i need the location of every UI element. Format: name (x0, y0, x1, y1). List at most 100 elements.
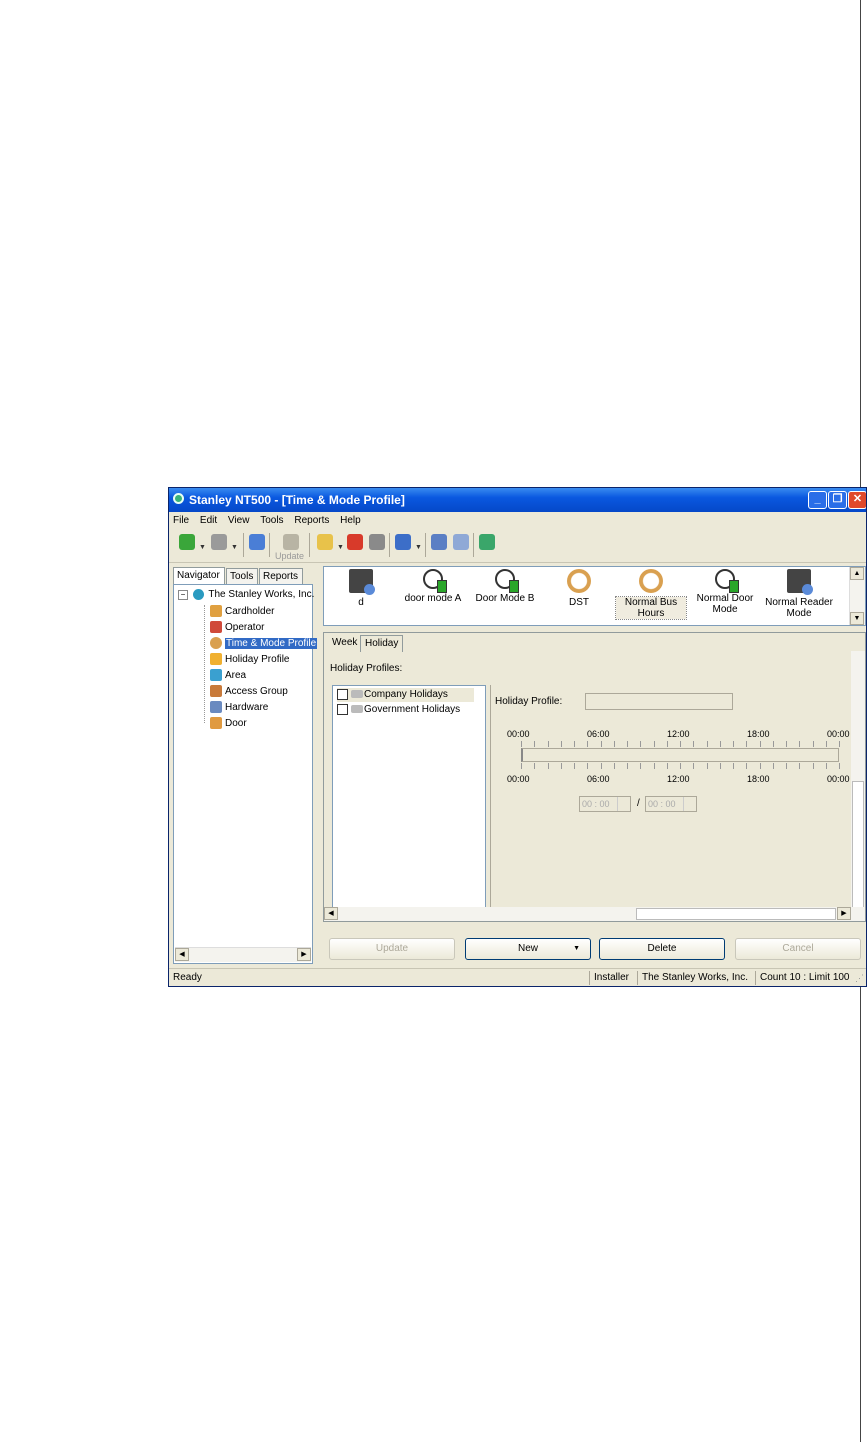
resize-grip-icon[interactable]: ⋰ (855, 973, 864, 984)
delete-button[interactable]: Delete (599, 938, 725, 960)
back-icon[interactable] (179, 534, 195, 550)
menu-bar: File Edit View Tools Reports Help (169, 512, 866, 529)
sidebar-item-operator[interactable]: Operator (210, 621, 264, 635)
detail-horizontal-scrollbar[interactable]: ◀ ▶ (324, 907, 865, 921)
title-bar[interactable]: Stanley NT500 - [Time & Mode Profile] _ … (169, 488, 866, 512)
profile-item-selected[interactable]: Normal Bus Hours (615, 569, 687, 620)
profile-item[interactable]: DST (544, 569, 614, 608)
back-dropdown-icon[interactable]: ▼ (199, 544, 206, 551)
tick-mark (653, 763, 655, 769)
navigator-horizontal-scrollbar[interactable]: ◀ ▶ (175, 947, 311, 962)
edit-icon[interactable] (431, 534, 447, 550)
scroll-up-icon[interactable]: ▲ (850, 567, 864, 580)
stepper-arrows-icon[interactable] (617, 797, 630, 811)
layout-icon[interactable] (395, 534, 411, 550)
tick-mark (680, 741, 681, 747)
app-window: Stanley NT500 - [Time & Mode Profile] _ … (168, 487, 867, 987)
scroll-down-icon[interactable]: ▼ (850, 612, 864, 625)
scroll-thumb[interactable] (852, 781, 864, 911)
menu-tools[interactable]: Tools (256, 512, 287, 526)
tick-mark (587, 741, 589, 747)
sidebar-item-cardholder[interactable]: Cardholder (210, 605, 274, 619)
checkbox[interactable] (337, 688, 348, 700)
scroll-left-icon[interactable]: ◀ (175, 948, 189, 961)
list-item[interactable]: Government Holidays (337, 703, 460, 717)
forward-dropdown-icon[interactable]: ▼ (231, 544, 238, 551)
tab-holiday[interactable]: Holiday (360, 635, 404, 652)
tick-mark (839, 763, 840, 769)
profile-strip-scrollbar[interactable]: ▲ ▼ (849, 567, 865, 625)
sidebar-item-access-group[interactable]: Access Group (210, 685, 288, 699)
view-panel-icon[interactable] (249, 534, 265, 550)
tick-mark (613, 741, 615, 747)
tick-mark (653, 741, 655, 747)
new-dropdown-icon[interactable]: ▼ (337, 544, 344, 551)
scroll-right-icon[interactable]: ▶ (297, 948, 311, 961)
tree-root[interactable]: − The Stanley Works, Inc. (178, 589, 314, 600)
holiday-profile-editor: Holiday Profile: 00:00 06:00 12:00 18:00… (490, 685, 853, 917)
status-bar: Ready Installer The Stanley Works, Inc. … (169, 968, 866, 986)
menu-edit[interactable]: Edit (196, 512, 221, 526)
cancel-button[interactable]: Cancel (735, 938, 861, 960)
undo-icon[interactable] (369, 534, 385, 550)
checkbox[interactable] (337, 703, 348, 715)
menu-file[interactable]: File (169, 512, 193, 526)
profile-item[interactable]: Door Mode B (470, 569, 540, 604)
detail-vertical-scrollbar[interactable] (851, 651, 865, 913)
new-button[interactable]: New ▼ (465, 938, 591, 960)
tick-mark (587, 763, 589, 769)
holiday-profile-name-field[interactable] (585, 693, 733, 710)
properties-icon[interactable] (453, 534, 469, 550)
tree-root-label: The Stanley Works, Inc. (208, 589, 315, 601)
tab-reports[interactable]: Reports (259, 568, 303, 584)
profile-item[interactable]: Normal Door Mode (690, 569, 760, 615)
stepper-arrows-icon[interactable] (683, 797, 696, 811)
tab-tools[interactable]: Tools (226, 568, 258, 584)
holiday-profile-list: Company Holidays Government Holidays (332, 685, 486, 917)
holiday-profiles-label: Holiday Profiles: (330, 663, 403, 674)
new-item-icon[interactable] (317, 534, 333, 550)
chevron-down-icon[interactable]: ▼ (573, 939, 580, 959)
tick-mark (772, 763, 774, 769)
profile-item[interactable]: d (326, 569, 396, 608)
tick-mark (786, 763, 787, 769)
tab-week[interactable]: Week (328, 635, 361, 651)
update-button[interactable]: Update (329, 938, 455, 960)
sidebar-item-area[interactable]: Area (210, 669, 246, 683)
menu-reports[interactable]: Reports (290, 512, 333, 526)
collapse-icon[interactable]: − (178, 589, 188, 600)
forward-icon[interactable] (211, 534, 227, 550)
list-item[interactable]: Company Holidays (337, 688, 474, 702)
tick-mark (600, 763, 602, 769)
profile-item[interactable]: door mode A (398, 569, 468, 604)
start-time-stepper[interactable]: 00 : 00 (579, 796, 631, 812)
end-time-stepper[interactable]: 00 : 00 (645, 796, 697, 812)
tick-mark (812, 741, 814, 747)
close-button[interactable]: ✕ (848, 491, 866, 509)
scroll-right-icon[interactable]: ▶ (837, 907, 851, 920)
menu-help[interactable]: Help (336, 512, 365, 526)
tick-mark (640, 763, 642, 769)
restore-button[interactable]: ❐ (828, 491, 847, 509)
sidebar-item-time-mode-profile[interactable]: Time & Mode Profile (210, 637, 318, 651)
navigator-tree-panel: − The Stanley Works, Inc. Cardholder Ope… (173, 584, 318, 964)
scroll-thumb[interactable] (636, 908, 836, 920)
delete-icon[interactable] (347, 534, 363, 550)
tab-navigator[interactable]: Navigator (173, 567, 225, 585)
sidebar-item-door[interactable]: Door (210, 717, 247, 731)
minimize-button[interactable]: _ (808, 491, 827, 509)
door-mode-icon (423, 569, 447, 593)
sidebar-item-holiday-profile[interactable]: Holiday Profile (210, 653, 289, 667)
layout-dropdown-icon[interactable]: ▼ (415, 544, 422, 551)
scroll-left-icon[interactable]: ◀ (324, 907, 338, 920)
sidebar-item-hardware[interactable]: Hardware (210, 701, 268, 715)
status-company: The Stanley Works, Inc. (637, 971, 752, 985)
tick-mark (746, 763, 748, 769)
refresh-icon[interactable] (479, 534, 495, 550)
cardholder-icon (210, 605, 222, 618)
timeline-bar[interactable] (521, 748, 839, 762)
profile-item[interactable]: Normal Reader Mode (764, 569, 834, 619)
timeline-ticks-top (521, 741, 840, 747)
scale-label-top: 00:00 (507, 729, 530, 739)
menu-view[interactable]: View (224, 512, 254, 526)
